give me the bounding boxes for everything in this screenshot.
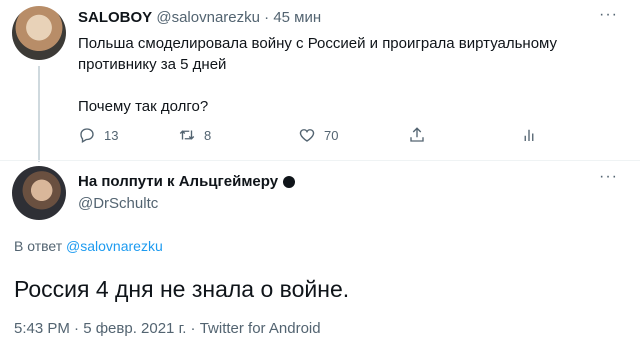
reply-count: 13 — [104, 127, 119, 143]
share-button[interactable] — [408, 126, 426, 144]
badge-icon — [283, 175, 296, 188]
tweet-text-line: Почему так долго? — [78, 98, 209, 115]
like-count: 70 — [324, 127, 339, 143]
analytics-button[interactable] — [520, 126, 538, 144]
avatar[interactable] — [12, 166, 66, 220]
thread-connector-line — [38, 66, 40, 162]
retweet-count: 8 — [204, 127, 212, 143]
reply-text: Россия 4 дня не знала о войне. — [14, 276, 350, 302]
analytics-icon — [524, 129, 534, 141]
retweet-icon — [179, 130, 195, 140]
parent-tweet[interactable]: SALOBOY @salovnarezku · 45 мин ··· Польш… — [0, 0, 640, 162]
more-options-button[interactable]: ··· — [599, 6, 618, 24]
reply-to-handle-link[interactable]: @salovnarezku — [66, 238, 163, 254]
author-handle[interactable]: @salovnarezku — [156, 9, 260, 26]
replying-to: В ответ @salovnarezku — [14, 238, 163, 254]
separator: · — [264, 9, 270, 26]
author-name-row[interactable]: На полпути к Альцгеймеру — [78, 173, 296, 190]
tweet-header: SALOBOY @salovnarezku · 45 мин — [78, 9, 321, 26]
tweet-actions: 13 8 70 — [78, 126, 558, 146]
tweet-timestamp-source[interactable]: 5:43 PM · 5 февр. 2021 г. · Twitter for … — [14, 320, 321, 337]
tweet-text: Польша смоделировала войну с Россией и п… — [78, 33, 618, 117]
reply-icon — [80, 128, 94, 143]
heart-icon — [299, 129, 315, 142]
retweet-button[interactable]: 8 — [178, 126, 211, 144]
share-icon — [410, 127, 424, 142]
author-name[interactable]: SALOBOY — [78, 9, 152, 26]
like-button[interactable]: 70 — [298, 126, 338, 144]
reply-prefix: В ответ — [14, 238, 63, 254]
tweet-text-line: Польша смоделировала войну с Россией и п… — [78, 35, 558, 73]
tweet-time[interactable]: 45 мин — [273, 9, 321, 26]
author-handle[interactable]: @DrSchultc — [78, 195, 158, 212]
reply-button[interactable]: 13 — [78, 126, 118, 144]
more-options-button[interactable]: ··· — [599, 168, 618, 186]
author-name: На полпути к Альцгеймеру — [78, 173, 279, 190]
avatar[interactable] — [12, 6, 66, 60]
divider — [0, 160, 640, 161]
